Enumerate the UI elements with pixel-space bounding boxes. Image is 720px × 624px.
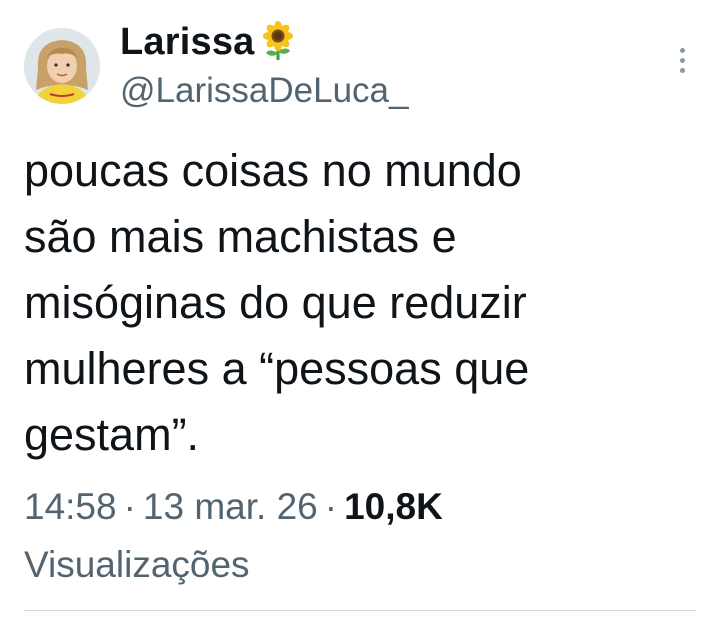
tweet-text-line: poucas coisas no mundo [24, 145, 522, 196]
tweet-text-line: mulheres a “pessoas que [24, 343, 530, 394]
separator-dot: · [123, 486, 136, 527]
tweet-text-line: misóginas do que reduzir [24, 277, 527, 328]
display-name[interactable]: Larissa [120, 20, 298, 64]
separator-dot: · [324, 486, 338, 527]
tweet-text-line: gestam”. [24, 409, 200, 460]
avatar-image [24, 28, 100, 104]
more-options-button[interactable] [664, 42, 700, 78]
tweet-date[interactable]: 13 mar. 26 [143, 486, 318, 527]
display-name-text[interactable]: Larissa [120, 21, 255, 63]
views-label[interactable]: Visualizações [24, 542, 250, 588]
user-handle[interactable]: @LarissaDeLuca_ [120, 70, 408, 112]
tweet-text: poucas coisas no mundo são mais machista… [24, 138, 694, 468]
more-vertical-icon-dot [679, 47, 685, 53]
more-vertical-icon-dot [679, 67, 685, 73]
tweet-text-line: são mais machistas e [24, 211, 457, 262]
more-vertical-icon-dot [679, 57, 685, 63]
avatar[interactable] [24, 28, 100, 104]
divider [24, 610, 696, 611]
tweet-metadata: 14:58 · 13 mar. 26 · 10,8K [24, 484, 443, 530]
views-count[interactable]: 10,8K [344, 486, 443, 527]
tweet-time[interactable]: 14:58 [24, 486, 117, 527]
sunflower-icon [258, 20, 298, 60]
tweet-card[interactable]: Larissa @LarissaDeLuca_ poucas coisas no… [0, 0, 720, 624]
